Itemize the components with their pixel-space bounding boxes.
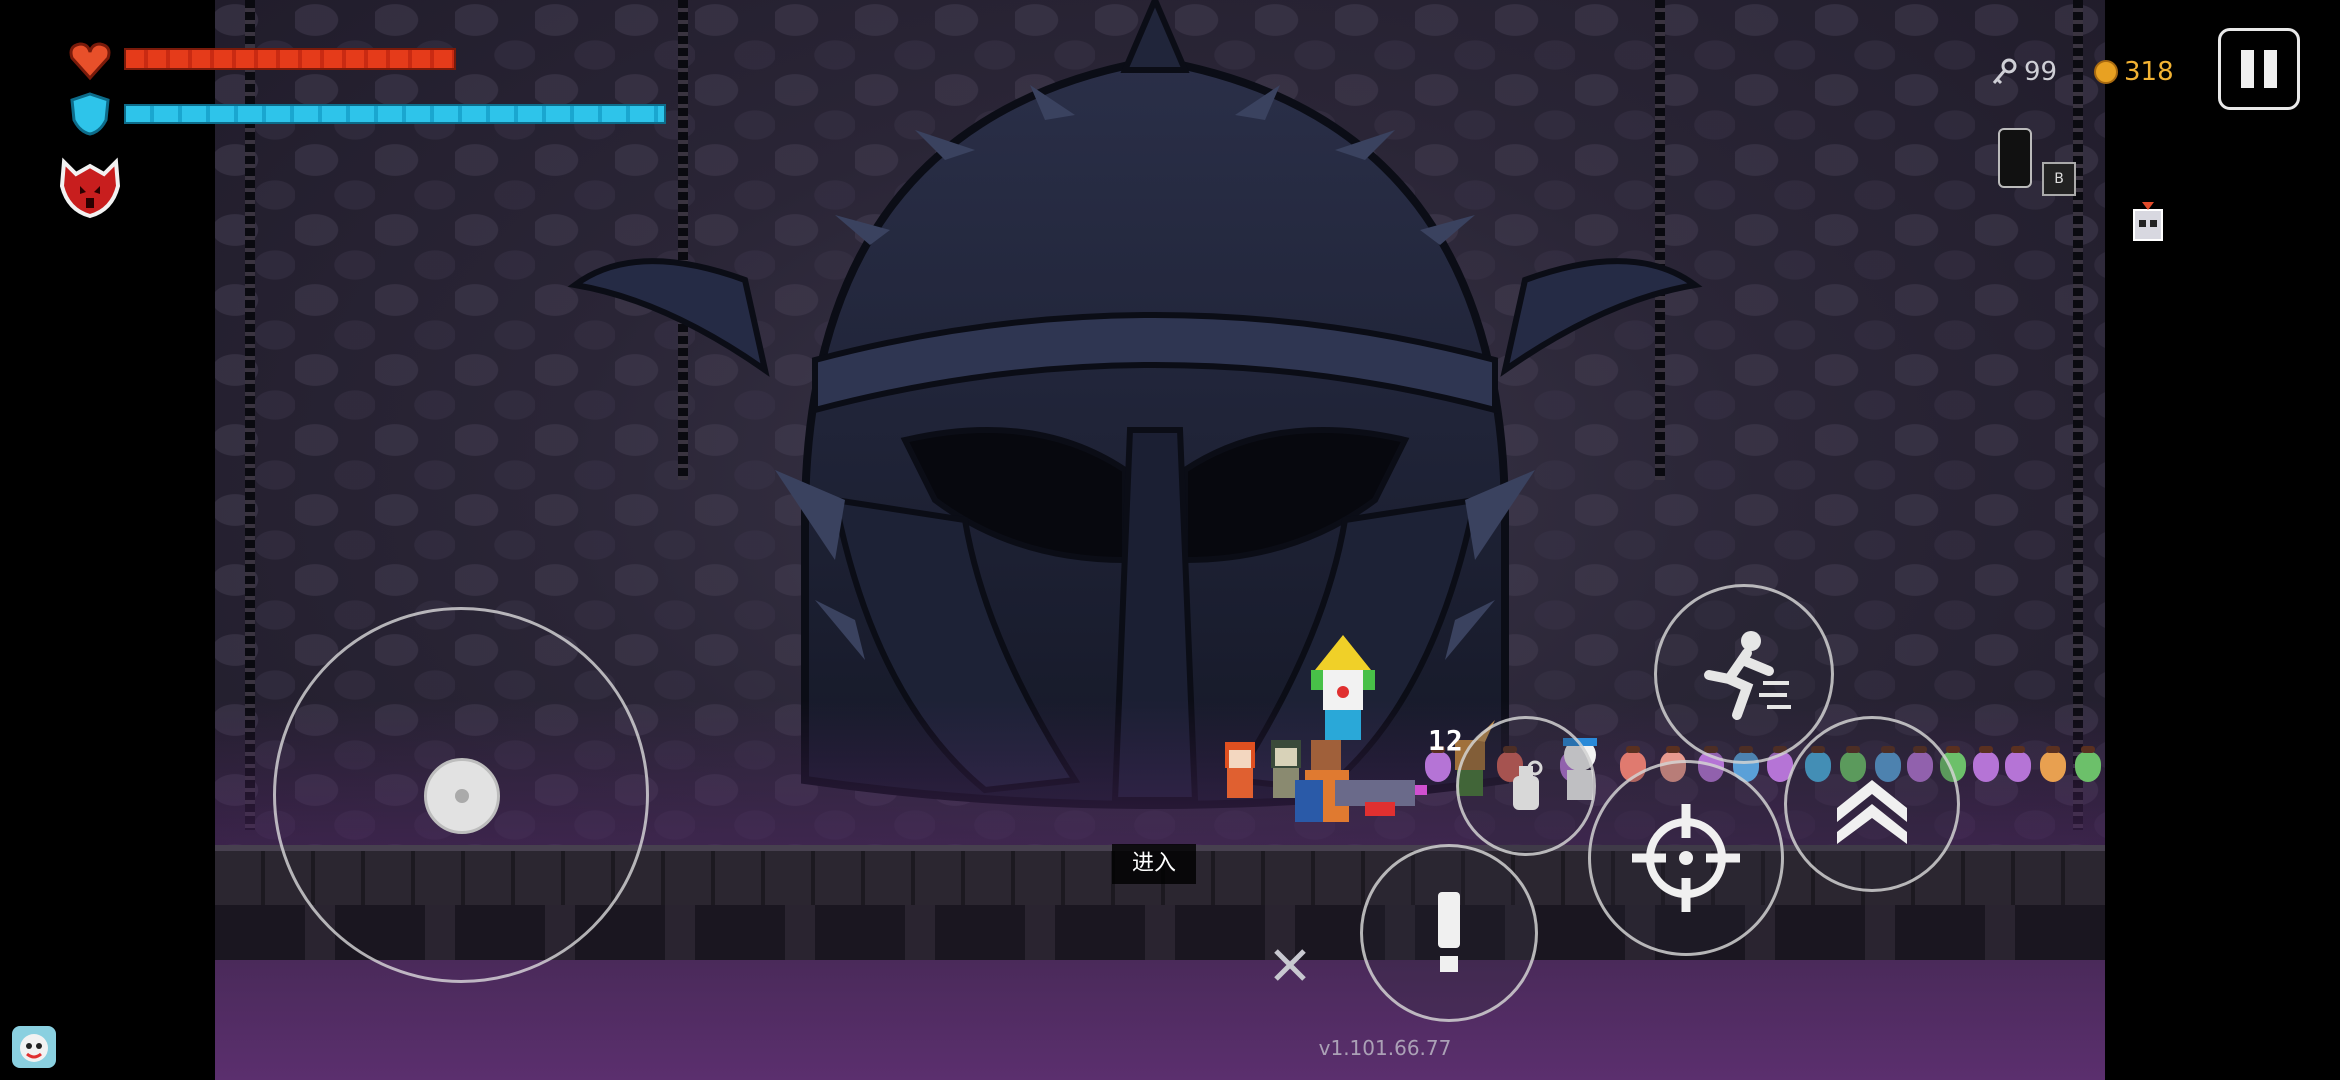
- lightbulb-item-icon[interactable]: [1998, 128, 2032, 188]
- ammo-count: 12: [1428, 724, 1464, 757]
- version-label: v1.101.66.77: [1318, 1036, 1452, 1060]
- pause-button[interactable]: [2218, 28, 2300, 110]
- crossed-swords-icon: [1274, 949, 1306, 981]
- health-bar: [124, 48, 456, 70]
- attack-button[interactable]: [1588, 760, 1784, 956]
- coins-counter: 318: [2094, 54, 2174, 90]
- crosshair-icon: [1632, 804, 1740, 912]
- shield-icon: [70, 92, 110, 136]
- exclamation-icon: [1438, 892, 1460, 972]
- grenade-button[interactable]: [1456, 716, 1596, 856]
- coin-icon: [2094, 60, 2118, 84]
- interact-button[interactable]: [1360, 844, 1538, 1022]
- coins-count: 318: [2124, 57, 2174, 87]
- clown-character: [1311, 635, 1375, 740]
- switch-weapon-button[interactable]: [1784, 716, 1960, 892]
- item-slot-small[interactable]: B: [2042, 162, 2076, 196]
- keys-count: 99: [2024, 57, 2058, 87]
- player-character: [1295, 740, 1427, 822]
- key-icon: [1992, 58, 2017, 85]
- dash-skill-icon: [1704, 631, 1791, 720]
- joystick-knob[interactable]: [424, 758, 500, 834]
- shield-bar: [124, 104, 666, 124]
- keys-counter: 99: [1990, 54, 2057, 90]
- skill-button[interactable]: [1654, 584, 1834, 764]
- pause-icon: [2241, 50, 2254, 88]
- enter-prompt[interactable]: 进入: [1112, 844, 1196, 884]
- heart-icon: [69, 42, 111, 81]
- red-hair-character: [1225, 742, 1255, 798]
- grenade-icon: [1513, 760, 1543, 810]
- skull-pet-icon: [2133, 202, 2163, 241]
- demon-skull-buff-icon: [59, 157, 121, 219]
- player-avatar-icon[interactable]: [8, 1022, 60, 1072]
- switch-weapon-icon: [1837, 780, 1907, 844]
